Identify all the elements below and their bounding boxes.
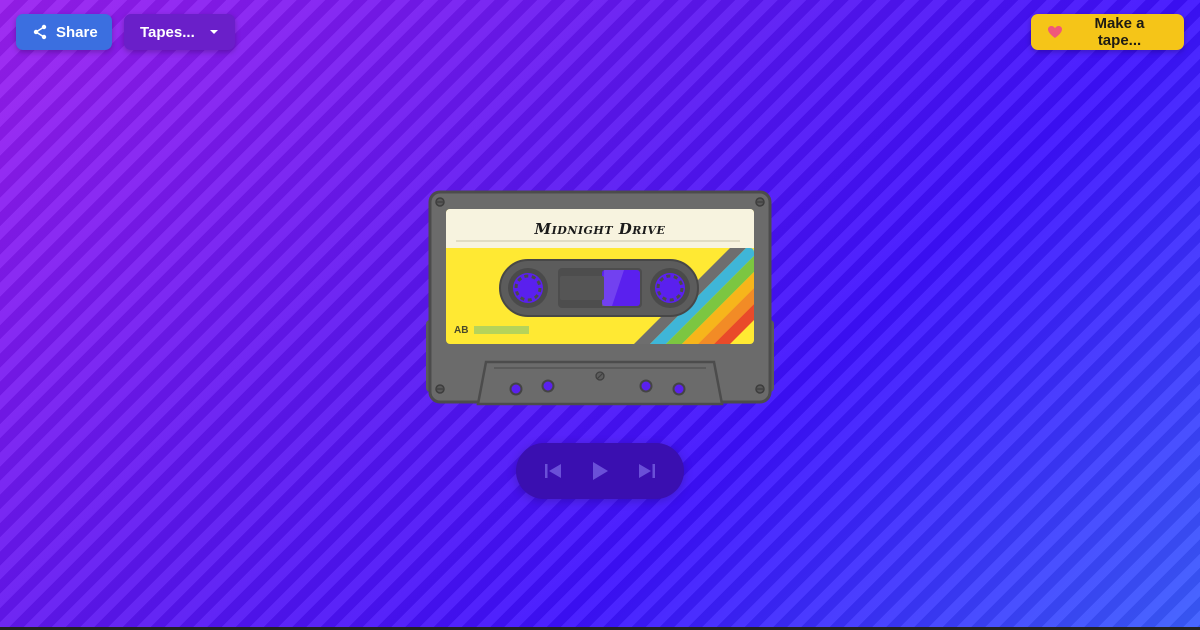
share-icon — [32, 24, 48, 40]
heart-icon — [1047, 25, 1063, 39]
share-label: Share — [56, 23, 98, 41]
tapes-label: Tapes... — [140, 23, 195, 41]
skip-previous-icon[interactable] — [537, 455, 569, 487]
caret-down-icon — [209, 29, 219, 35]
make-tape-label: Make a tape... — [1094, 15, 1145, 49]
playback-controls — [516, 443, 684, 499]
tapes-dropdown[interactable]: Tapes... — [124, 14, 235, 50]
play-icon[interactable] — [584, 455, 616, 487]
tape-title: Midnight Drive — [534, 220, 666, 238]
skip-next-icon[interactable] — [631, 455, 663, 487]
tape-side-label: AB — [454, 325, 469, 336]
cassette-tape: Midnight Drive AB — [424, 190, 776, 410]
share-button[interactable]: Share — [16, 14, 112, 50]
make-tape-button[interactable]: Make a tape... — [1031, 14, 1184, 50]
